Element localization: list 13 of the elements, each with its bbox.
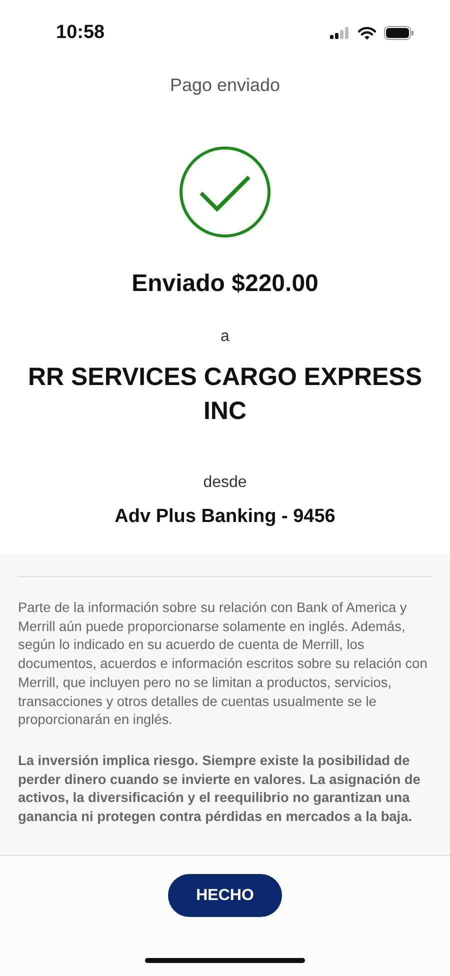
- wifi-icon: [358, 26, 376, 40]
- battery-icon: [384, 26, 414, 40]
- page-title: Pago enviado: [168, 75, 282, 96]
- disclosure-paragraph: La inversión implica riesgo. Siempre existe la posibilidad de perder dinero cuando se invierte en valores. La asignación de activos, la diversificación y el reequilibrio no garantizan una ganancia ni protegen contra pérdidas en mercados a la baja.: [18, 752, 422, 826]
- recipient-name: RR SERVICES CARGO EXPRESS INC: [26, 362, 424, 427]
- to-label: a: [220, 328, 230, 346]
- signal-icon: [330, 27, 350, 39]
- account-name: Adv Plus Banking - 9456: [114, 506, 336, 528]
- from-label: desde: [203, 474, 247, 492]
- disclosure-paragraph: Parte de la información sobre su relación con Bank of America y Merrill aún puede proporcionarse solamente en inglés. Además, según lo indicado en su acuerdo de cuenta de Merrill, los documentos, acuerdos e información escritos sobre su relación con Merrill, que incluyen pero no se limitan a productos, servicios, transacciones y otros detalles de cuentas usualmente se le proporcionarán en inglés.: [18, 599, 428, 730]
- amount-sent: Enviado $220.00: [132, 270, 318, 298]
- done-button[interactable]: HECHO: [168, 874, 282, 917]
- status-time: 10:58: [56, 22, 105, 44]
